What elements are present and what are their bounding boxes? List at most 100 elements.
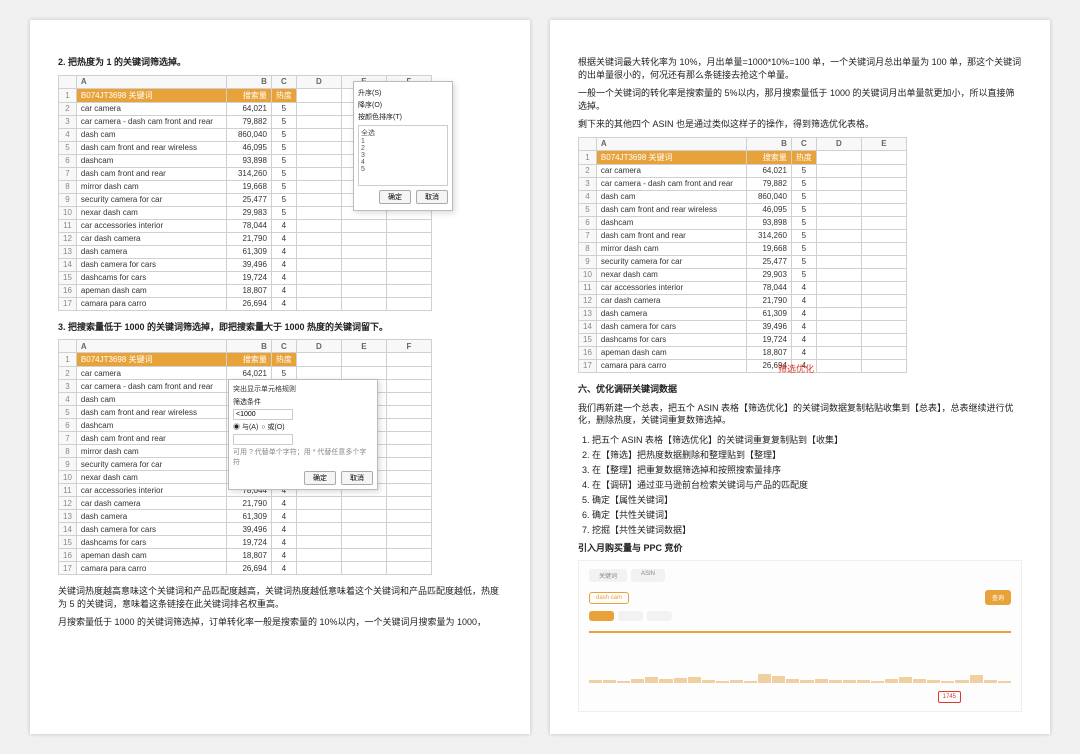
dash-subtab-2[interactable] xyxy=(618,611,643,621)
step-5: 确定【属性关键词】 xyxy=(592,493,1022,506)
search-cell: 26,694 xyxy=(226,562,271,575)
orange-header: 1 B074JT3698 关键词 搜索量 热度 xyxy=(59,353,432,367)
dash-chart xyxy=(589,631,1011,683)
filter-ok[interactable]: 确定 xyxy=(379,190,411,204)
search-cell: 78,044 xyxy=(746,281,791,294)
keyword-table-3: A B C D E 1 B074JT3698 关键词 搜索量 热度 2 car … xyxy=(578,137,907,373)
table-row[interactable]: 2 car camera 64,021 5 xyxy=(579,164,907,177)
table-row[interactable]: 14 dash camera for cars 39,496 4 xyxy=(579,320,907,333)
heat-cell: 4 xyxy=(271,271,296,284)
table-row[interactable]: 17 camara para carro 26,694 4 xyxy=(59,297,432,310)
table-row[interactable]: 12 car dash camera 21,790 4 xyxy=(579,294,907,307)
search-cell: 18,807 xyxy=(226,549,271,562)
heat-cell: 5 xyxy=(271,141,296,154)
dash-subtab-1[interactable] xyxy=(589,611,614,621)
table-row[interactable]: 2 car camera 64,021 5 xyxy=(59,367,432,380)
search-cell: 21,790 xyxy=(226,232,271,245)
sort-desc[interactable]: 降序(O) xyxy=(358,100,448,110)
dash-tab-2[interactable]: ASIN xyxy=(631,569,665,582)
heat-cell: 5 xyxy=(791,216,816,229)
step-2: 在【筛选】把热度数据删除和整理贴到【整理】 xyxy=(592,448,1022,461)
table-row[interactable]: 4 dash cam 860,040 5 xyxy=(579,190,907,203)
kw-cell: camara para carro xyxy=(76,562,226,575)
right-para-2: 一般一个关键词的转化率是搜索量的 5%以内，那月搜索量低于 1000 的关键词月… xyxy=(578,87,1022,112)
section-6-heading: 六、优化调研关键词数据 xyxy=(578,383,1022,396)
condition-input[interactable] xyxy=(233,409,293,420)
search-cell: 39,496 xyxy=(226,258,271,271)
heat-cell: 4 xyxy=(271,523,296,536)
table-row[interactable]: 12 car dash camera 21,790 4 xyxy=(59,497,432,510)
table-row[interactable]: 10 nexar dash cam 29,903 5 xyxy=(579,268,907,281)
custom-filter-dialog[interactable]: 突出显示单元格规则 筛选条件 ◉ 与(A) ○ 或(O) 可用 ? 代替单个字符… xyxy=(228,379,378,490)
table-row[interactable]: 14 dash camera for cars 39,496 4 xyxy=(59,258,432,271)
dash-marker: 1745 xyxy=(938,691,961,703)
heat-cell: 5 xyxy=(271,154,296,167)
table-row[interactable]: 13 dash camera 61,309 4 xyxy=(59,245,432,258)
heat-cell: 4 xyxy=(271,536,296,549)
heat-cell: 4 xyxy=(791,281,816,294)
bottom-para-1: 关键词热度越高意味这个关键词和产品匹配度越高，关键词热度越低意味着这个关键词和产… xyxy=(58,585,502,610)
table-row[interactable]: 17 camara para carro 26,694 4 xyxy=(579,359,907,372)
filter-dialog[interactable]: 升序(S) 降序(O) 按颜色排序(T) 全选 1 2 3 4 5 确定 取消 xyxy=(353,81,453,211)
kw-cell: apeman dash cam xyxy=(76,284,226,297)
radio-and[interactable]: ◉ 与(A) xyxy=(233,422,258,432)
search-btn[interactable]: 查询 xyxy=(985,590,1011,605)
kw-cell: dashcams for cars xyxy=(596,333,746,346)
table-row[interactable]: 9 security camera for car 25,477 5 xyxy=(579,255,907,268)
table-row[interactable]: 11 car accessories interior 78,044 4 xyxy=(579,281,907,294)
heat-cell: 5 xyxy=(271,102,296,115)
table-row[interactable]: 15 dashcams for cars 19,724 4 xyxy=(59,271,432,284)
kw-cell: nexar dash cam xyxy=(76,471,226,484)
search-cell: 18,807 xyxy=(746,346,791,359)
table-row[interactable]: 3 car camera - dash cam front and rear 7… xyxy=(579,177,907,190)
search-cell: 860,040 xyxy=(746,190,791,203)
table-row[interactable]: 5 dash cam front and rear wireless 46,09… xyxy=(579,203,907,216)
condition-input-2[interactable] xyxy=(233,434,293,445)
radio-or[interactable]: ○ 或(O) xyxy=(261,422,284,432)
table-row[interactable]: 13 dash camera 61,309 4 xyxy=(579,307,907,320)
table-row[interactable]: 17 camara para carro 26,694 4 xyxy=(59,562,432,575)
sheet-tab-label[interactable]: 筛选优化 xyxy=(778,362,814,375)
search-cell: 19,724 xyxy=(226,271,271,284)
table-row[interactable]: 16 apeman dash cam 18,807 4 xyxy=(59,284,432,297)
search-pill[interactable]: dash cam xyxy=(589,592,629,604)
table-row[interactable]: 16 apeman dash cam 18,807 4 xyxy=(579,346,907,359)
dialog-cancel[interactable]: 取消 xyxy=(341,471,373,485)
table-row[interactable]: 15 dashcams for cars 19,724 4 xyxy=(59,536,432,549)
step-7: 挖掘【共性关键词数据】 xyxy=(592,523,1022,536)
heat-cell: 5 xyxy=(271,167,296,180)
table-row[interactable]: 11 car accessories interior 78,044 4 xyxy=(59,219,432,232)
sort-by-color[interactable]: 按颜色排序(T) xyxy=(358,112,448,122)
search-cell: 46,095 xyxy=(226,141,271,154)
table-row[interactable]: 8 mirror dash cam 19,668 5 xyxy=(579,242,907,255)
table-row[interactable]: 6 dashcam 93,898 5 xyxy=(579,216,907,229)
kw-cell: car accessories interior xyxy=(76,219,226,232)
search-cell: 25,477 xyxy=(746,255,791,268)
table-row[interactable]: 16 apeman dash cam 18,807 4 xyxy=(59,549,432,562)
heat-cell: 4 xyxy=(271,219,296,232)
table-row[interactable]: 13 dash camera 61,309 4 xyxy=(59,510,432,523)
kw-cell: car camera xyxy=(76,367,226,380)
section-6-intro: 我们再新建一个总表，把五个 ASIN 表格【筛选优化】的关键词数据复制粘贴收集到… xyxy=(578,402,1022,427)
table-row[interactable]: 7 dash cam front and rear 314,260 5 xyxy=(579,229,907,242)
table-row[interactable]: 14 dash camera for cars 39,496 4 xyxy=(59,523,432,536)
dialog-ok[interactable]: 确定 xyxy=(304,471,336,485)
heat-cell: 5 xyxy=(791,164,816,177)
right-para-3: 剩下来的其他四个 ASIN 也是通过类似这样子的操作，得到筛选优化表格。 xyxy=(578,118,1022,131)
dash-tab-1[interactable]: 关键词 xyxy=(589,569,627,582)
dash-subtab-3[interactable] xyxy=(647,611,672,621)
page-right: 根据关键词最大转化率为 10%，月出单量=1000*10%=100 单，一个关键… xyxy=(550,20,1050,734)
filter-cancel[interactable]: 取消 xyxy=(416,190,448,204)
table-row[interactable]: 12 car dash camera 21,790 4 xyxy=(59,232,432,245)
search-cell: 19,724 xyxy=(746,333,791,346)
filter-checklist[interactable]: 全选 1 2 3 4 5 xyxy=(358,125,448,186)
search-cell: 21,790 xyxy=(746,294,791,307)
sort-asc[interactable]: 升序(S) xyxy=(358,88,448,98)
filter-label: 筛选条件 xyxy=(233,397,373,407)
table-1-wrap: A B C D E F 1 B074JT3698 关键词 搜索量 热度 2 ca… xyxy=(58,75,502,311)
heat-cell: 5 xyxy=(791,268,816,281)
search-cell: 64,021 xyxy=(226,367,271,380)
table-row[interactable]: 15 dashcams for cars 19,724 4 xyxy=(579,333,907,346)
kw-cell: dash cam xyxy=(596,190,746,203)
steps-list: 把五个 ASIN 表格【筛选优化】的关键词重复复制贴到【收集】 在【筛选】把热度… xyxy=(592,433,1022,536)
